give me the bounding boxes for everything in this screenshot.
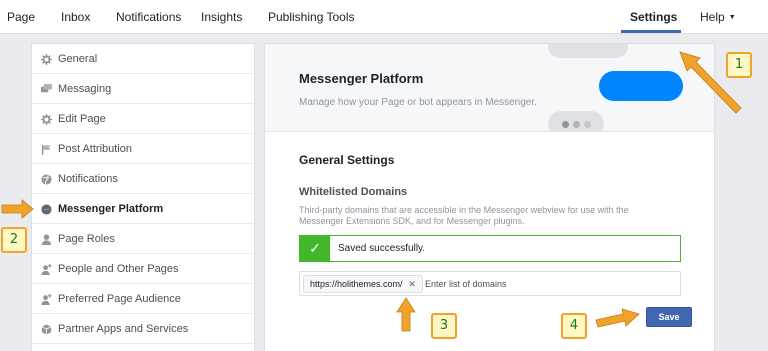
- sidebar-item-label: Messaging: [58, 83, 112, 95]
- save-button[interactable]: Save: [646, 307, 692, 327]
- success-banner: ✓ Saved successfully.: [299, 235, 681, 262]
- sidebar-item-post-attribution[interactable]: Post Attribution: [32, 134, 254, 164]
- page-subtitle: Manage how your Page or bot appears in M…: [299, 97, 537, 108]
- sidebar-item-label: Edit Page: [58, 113, 106, 125]
- success-message: Saved successfully.: [338, 243, 426, 254]
- sidebar-item-label: General: [58, 53, 98, 65]
- person-add-icon: [41, 294, 52, 305]
- top-navigation: Page Inbox Notifications Insights Publis…: [0, 0, 768, 34]
- gear-icon: [41, 54, 52, 65]
- sidebar-item-label: Notifications: [58, 173, 118, 185]
- sidebar-item-label: Partner Apps and Services: [58, 323, 189, 335]
- sidebar-item-edit-page[interactable]: Edit Page: [32, 104, 254, 134]
- messenger-icon: [41, 204, 52, 215]
- gear-icon: [41, 114, 52, 125]
- messages-icon: [41, 84, 52, 93]
- messenger-platform-panel: Messenger Platform Manage how your Page …: [264, 43, 715, 351]
- nav-notifications[interactable]: Notifications: [116, 10, 181, 24]
- flag-icon: [41, 144, 51, 155]
- sidebar-item-general[interactable]: General: [32, 44, 254, 74]
- whitelisted-domains-heading: Whitelisted Domains: [299, 186, 408, 198]
- arrow-2: [1, 199, 34, 219]
- settings-sidebar: General Messaging Edit Page Post Attribu…: [31, 43, 255, 351]
- sidebar-item-messaging[interactable]: Messaging: [32, 74, 254, 104]
- sidebar-item-notifications[interactable]: Notifications: [32, 164, 254, 194]
- sidebar-item-people-and-other-pages[interactable]: People and Other Pages: [32, 254, 254, 284]
- callout-badge-2: 2: [1, 227, 27, 253]
- callout-badge-1: 1: [726, 52, 752, 78]
- whitelisted-domains-description: Third-party domains that are accessible …: [299, 205, 629, 226]
- sidebar-item-messenger-platform[interactable]: Messenger Platform: [32, 194, 254, 224]
- typing-dot: [573, 121, 580, 128]
- active-tab-indicator: [621, 30, 681, 33]
- sidebar-item-label: Post Attribution: [58, 143, 132, 155]
- callout-badge-4: 4: [561, 313, 587, 339]
- sidebar-item-preferred-page-audience[interactable]: Preferred Page Audience: [32, 284, 254, 314]
- nav-settings[interactable]: Settings: [630, 10, 677, 24]
- checkmark-icon: ✓: [300, 236, 330, 261]
- domain-token: https://holithemes.com/ ✕: [303, 275, 424, 293]
- hero-banner: Messenger Platform Manage how your Page …: [265, 44, 714, 132]
- nav-inbox[interactable]: Inbox: [61, 10, 90, 24]
- nav-publishing-tools[interactable]: Publishing Tools: [268, 10, 355, 24]
- caret-down-icon: ▼: [728, 14, 736, 21]
- sidebar-item-label: People and Other Pages: [58, 263, 179, 275]
- domain-token-label: https://holithemes.com/: [310, 279, 403, 289]
- person-icon: [41, 234, 52, 245]
- cube-icon: [41, 324, 52, 335]
- domain-input[interactable]: [425, 276, 675, 292]
- sidebar-item-page-roles[interactable]: Page Roles: [32, 224, 254, 254]
- nav-page[interactable]: Page: [7, 10, 35, 24]
- sidebar-item-partner-apps[interactable]: Partner Apps and Services: [32, 314, 254, 344]
- typing-dot: [584, 121, 591, 128]
- page-title: Messenger Platform: [299, 71, 424, 86]
- general-settings-heading: General Settings: [299, 153, 395, 167]
- chat-bubble-blue-illustration: [599, 71, 683, 101]
- callout-badge-3: 3: [431, 313, 457, 339]
- typing-indicator-illustration: [548, 111, 604, 131]
- globe-icon: [41, 174, 52, 185]
- nav-help[interactable]: Help ▼: [700, 10, 736, 24]
- typing-dot: [562, 121, 569, 128]
- nav-insights[interactable]: Insights: [201, 10, 242, 24]
- person-add-icon: [41, 264, 52, 275]
- domains-field[interactable]: https://holithemes.com/ ✕: [299, 271, 681, 296]
- sidebar-item-label: Page Roles: [58, 233, 115, 245]
- sidebar-item-label: Messenger Platform: [58, 203, 164, 215]
- remove-token-icon[interactable]: ✕: [409, 279, 417, 289]
- nav-help-label: Help: [700, 10, 725, 24]
- chat-bubble-illustration: [548, 44, 628, 58]
- sidebar-item-label: Preferred Page Audience: [58, 293, 181, 305]
